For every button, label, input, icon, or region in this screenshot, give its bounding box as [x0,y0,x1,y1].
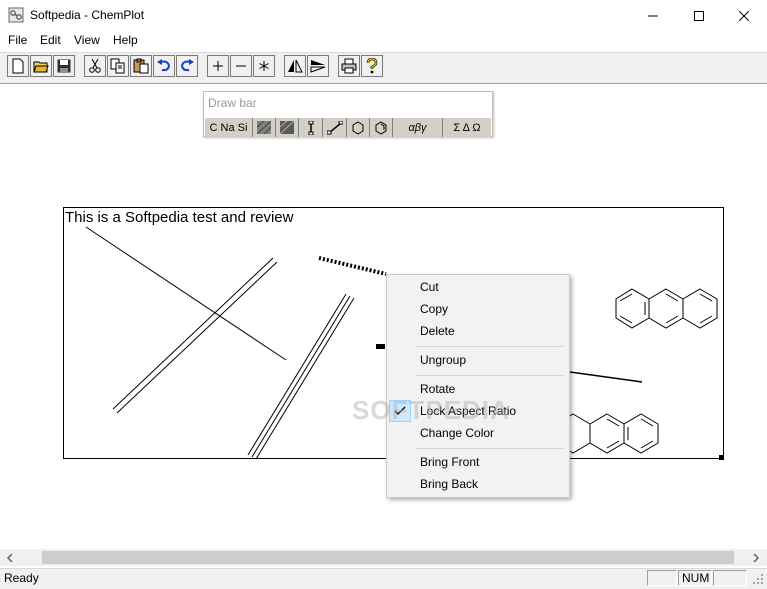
status-pane-scroll [713,570,747,586]
scroll-right-button[interactable] [750,551,762,564]
menu-separator [416,375,564,376]
chevron-right-icon [753,553,759,562]
resize-grip-icon[interactable] [752,573,764,585]
status-pane-caps [647,570,677,586]
double-bond-line [112,257,278,414]
menu-separator [416,346,564,347]
scrollbar-thumb[interactable] [42,551,734,564]
menu-item-bring-front[interactable]: Bring Front [420,455,479,469]
chevron-left-icon [7,553,13,562]
menu-item-copy[interactable]: Copy [420,302,448,316]
menu-item-change-color[interactable]: Change Color [420,426,494,440]
context-menu: Cut Copy Delete Ungroup Rotate Lock Aspe… [386,274,570,498]
scroll-left-button[interactable] [4,551,16,564]
status-text: Ready [4,571,39,585]
drawing-shapes [85,226,724,460]
watermark: SOFTPEDIA [352,395,510,425]
menu-separator [416,448,564,449]
anthracene-molecule [615,288,718,329]
menu-item-bring-back[interactable]: Bring Back [420,477,478,491]
wedge-bond-line [569,371,643,383]
selection-handle [719,455,724,460]
anthracene-molecule [556,413,659,454]
menu-item-delete[interactable]: Delete [420,324,455,338]
menu-item-rotate[interactable]: Rotate [420,382,455,396]
menu-item-cut[interactable]: Cut [420,280,439,294]
triple-bond-line [247,293,355,460]
menu-item-ungroup[interactable]: Ungroup [420,353,466,367]
selection-handle [376,344,385,349]
hashed-bond [318,256,387,276]
status-pane-num: NUM [678,570,712,586]
